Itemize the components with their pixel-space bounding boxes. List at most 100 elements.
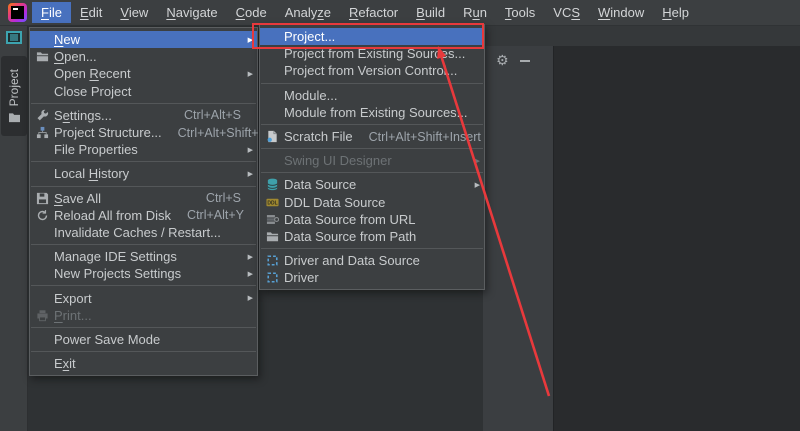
menubar-item-build[interactable]: Build [407,2,454,23]
icon-spacer [35,33,50,47]
menubar-item-code[interactable]: Code [227,2,276,23]
new-submenu-item-scratch-file[interactable]: Scratch FileCtrl+Alt+Shift+Insert [260,128,484,145]
scratch-icon [265,130,280,144]
menu-item-label: Print... [54,308,92,323]
menu-item-shortcut: Ctrl+Alt+S [168,108,241,122]
file-menu-item-save-all[interactable]: Save All Ctrl+S [30,190,257,207]
menu-item-shortcut: Ctrl+S [190,191,241,205]
hide-panel-icon[interactable] [520,60,530,62]
menu-separator [31,244,256,245]
menu-item-label: Save All [54,191,101,206]
menu-item-label: Power Save Mode [54,332,160,347]
tool-window-button-project[interactable]: Project [1,56,27,136]
icon-spacer [35,357,50,371]
menubar-item-window[interactable]: Window [589,2,653,23]
ide-window: ⚙ Search EverywhereDouble ShiftGo to Fil… [0,0,800,431]
menubar-item-edit[interactable]: Edit [71,2,111,23]
menu-item-label: Settings... [54,108,112,123]
save-icon [35,191,50,205]
submenu-arrow-icon: ▶ [470,181,480,189]
icon-spacer [35,167,50,181]
file-menu-item-reload-all-from-disk[interactable]: Reload All from DiskCtrl+Alt+Y [30,207,257,224]
new-submenu-item-swing-ui-designer[interactable]: Swing UI Designer ▶ [260,152,484,169]
file-menu-item-project-structure[interactable]: Project Structure...Ctrl+Alt+Shift+S [30,124,257,141]
submenu-arrow-icon: ▶ [243,70,253,78]
menu-item-label: Manage IDE Settings [54,249,177,264]
menu-item-label: Local History [54,166,129,181]
menu-separator [31,103,256,104]
menu-item-label: New Projects Settings [54,266,181,281]
new-submenu-item-data-source[interactable]: Data Source ▶ [260,176,484,193]
file-menu-item-open-recent[interactable]: Open Recent▶ [30,65,257,82]
file-menu-item-close-project[interactable]: Close Project [30,83,257,100]
file-menu-item-power-save-mode[interactable]: Power Save Mode [30,331,257,348]
svg-text:DDL: DDL [267,200,277,206]
icon-spacer [35,143,50,157]
menubar-item-analyze[interactable]: Analyze [276,2,340,23]
menu-item-label: DDL Data Source [284,195,385,210]
menu-separator [31,351,256,352]
menu-item-label: Invalidate Caches / Restart... [54,225,221,240]
file-menu-item-exit[interactable]: Exit [30,355,257,372]
editor-welcome-area: Search EverywhereDouble ShiftGo to FileC… [553,46,800,431]
new-submenu-item-data-source-from-path[interactable]: Data Source from Path [260,228,484,245]
file-menu-item-print[interactable]: Print... [30,307,257,324]
driver-icon [265,271,280,285]
icon-spacer [35,84,50,98]
new-submenu-item-driver[interactable]: Driver [260,269,484,286]
new-submenu-item-data-source-from-url[interactable]: Data Source from URL [260,211,484,228]
menu-item-label: Data Source from Path [284,229,416,244]
navigation-bar-strip [483,26,800,46]
menu-item-label: Driver [284,270,319,285]
folder-open-icon [35,50,50,64]
submenu-arrow-icon: ▶ [243,253,253,261]
menubar-item-tools[interactable]: Tools [496,2,544,23]
icon-spacer [265,88,280,102]
tool-window-icon[interactable] [6,31,22,44]
icon-spacer [35,267,50,281]
submenu-arrow-icon: ▶ [243,146,253,154]
menubar-item-help[interactable]: Help [653,2,698,23]
new-submenu-item-driver-and-data-source[interactable]: Driver and Data Source [260,252,484,269]
file-menu-item-export[interactable]: Export▶ [30,289,257,306]
new-submenu-item-ddl-data-source[interactable]: DDL DDL Data Source [260,194,484,211]
new-submenu-item-module-from-existing-sources[interactable]: Module from Existing Sources... [260,104,484,121]
new-submenu-popup: Project...Project from Existing Sources.… [259,24,485,290]
file-menu-item-file-properties[interactable]: File Properties▶ [30,141,257,158]
project-tool-window-header [483,46,553,431]
menu-item-label: Data Source [284,177,356,192]
folder-icon [8,112,21,123]
file-menu-item-new-projects-settings[interactable]: New Projects Settings ▶ [30,265,257,282]
file-menu-item-open[interactable]: Open... [30,48,257,65]
menubar-item-vcs[interactable]: VCS [544,2,589,23]
database-icon [265,178,280,192]
menu-item-label: Export [54,291,92,306]
file-menu-item-invalidate-caches-restart[interactable]: Invalidate Caches / Restart... [30,224,257,241]
menu-item-label: Swing UI Designer [284,153,392,168]
new-submenu-item-project-from-version-control[interactable]: Project from Version Control... [260,62,484,79]
menu-item-label: Reload All from Disk [54,208,171,223]
folder-open-icon [265,229,280,243]
menubar-item-run[interactable]: Run [454,2,496,23]
file-menu-popup: New▶Open...Open Recent▶Close Project Sett… [29,27,258,376]
menubar-item-view[interactable]: View [111,2,157,23]
file-menu-item-manage-ide-settings[interactable]: Manage IDE Settings ▶ [30,248,257,265]
menu-item-label: Exit [54,356,76,371]
file-menu-item-new[interactable]: New▶ [30,31,257,48]
menu-item-label: Data Source from URL [284,212,416,227]
file-menu-item-local-history[interactable]: Local History▶ [30,165,257,182]
file-menu-item-settings[interactable]: Settings... Ctrl+Alt+S [30,107,257,124]
ds-url-icon [265,212,280,226]
new-submenu-item-module[interactable]: Module... [260,87,484,104]
icon-spacer [35,332,50,346]
menubar-item-refactor[interactable]: Refactor [340,2,407,23]
menu-item-shortcut: Ctrl+Alt+Shift+S [162,126,267,140]
ddl-icon: DDL [265,195,280,209]
menu-item-label: Module from Existing Sources... [284,105,468,120]
submenu-arrow-icon: ▶ [243,270,253,278]
menubar-item-file[interactable]: File [32,2,71,23]
intellij-logo-icon [8,3,27,22]
submenu-arrow-icon: ▶ [470,157,480,165]
gear-icon[interactable]: ⚙ [496,52,509,70]
menubar-item-navigate[interactable]: Navigate [157,2,226,23]
